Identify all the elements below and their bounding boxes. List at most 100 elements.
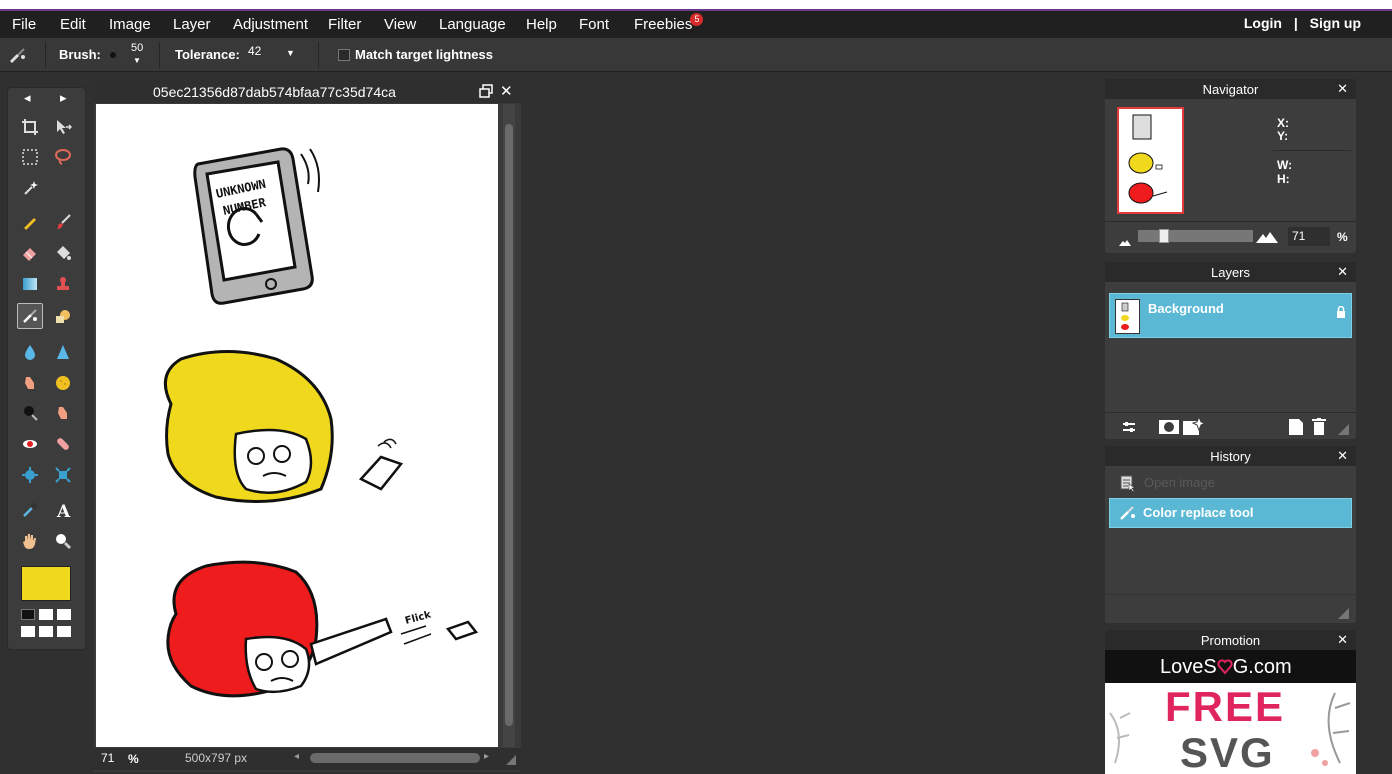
- smudge-tool[interactable]: [17, 370, 43, 396]
- promo-banner[interactable]: FREE SVG: [1105, 683, 1356, 774]
- zoom-slider-track[interactable]: [1138, 229, 1253, 243]
- navigator-zoom-input[interactable]: 71: [1288, 227, 1330, 246]
- foreground-color-swatch[interactable]: [21, 566, 71, 601]
- login-link[interactable]: Login: [1244, 15, 1282, 31]
- tolerance-input[interactable]: 42: [248, 44, 261, 58]
- new-layer-icon[interactable]: [1289, 419, 1303, 440]
- menu-font[interactable]: Font: [579, 16, 609, 33]
- eraser-tool[interactable]: [17, 240, 43, 266]
- promo-brand-bar[interactable]: LoveS G.com: [1105, 650, 1356, 683]
- pinch-tool[interactable]: [50, 462, 76, 488]
- horizontal-scrollbar-thumb[interactable]: [310, 753, 480, 763]
- move-tool[interactable]: [50, 114, 76, 140]
- lock-icon: [1336, 305, 1346, 323]
- zoom-tool[interactable]: [50, 528, 76, 554]
- spot-heal-tool[interactable]: [50, 431, 76, 457]
- resize-grip-icon[interactable]: [1338, 606, 1349, 624]
- layer-styles-icon[interactable]: [1183, 415, 1207, 440]
- cone-icon: [57, 345, 69, 359]
- close-layers-icon[interactable]: ✕: [1337, 264, 1348, 280]
- scroll-left-icon[interactable]: ◂: [294, 751, 299, 762]
- menu-filter[interactable]: Filter: [328, 16, 361, 33]
- sharpen-tool[interactable]: [50, 339, 76, 365]
- navigator-thumbnail[interactable]: [1117, 107, 1184, 214]
- zoom-out-mountain-icon[interactable]: [1119, 233, 1131, 251]
- lasso-tool[interactable]: [50, 144, 76, 170]
- blur-tool[interactable]: [17, 339, 43, 365]
- close-promotion-icon[interactable]: ✕: [1337, 632, 1348, 648]
- burn-tool[interactable]: [17, 400, 43, 426]
- color-swatch[interactable]: [39, 626, 53, 637]
- vertical-scrollbar[interactable]: [503, 104, 515, 747]
- menu-help[interactable]: Help: [526, 16, 557, 33]
- hand-tool[interactable]: [17, 528, 43, 554]
- bloat-tool[interactable]: [17, 462, 43, 488]
- history-item[interactable]: Open image: [1109, 468, 1352, 498]
- drawing-tool[interactable]: [50, 303, 76, 329]
- eye-icon: [23, 440, 37, 448]
- resize-grip-icon[interactable]: [1338, 422, 1349, 440]
- clone-stamp-tool[interactable]: [50, 271, 76, 297]
- promo-brand-text: LoveS G.com: [1160, 656, 1292, 679]
- layers-title: Layers: [1210, 265, 1251, 280]
- brush-preview-icon[interactable]: [110, 52, 116, 58]
- marquee-tool[interactable]: [17, 144, 43, 170]
- gradient-tool[interactable]: [17, 271, 43, 297]
- color-swatch[interactable]: [21, 626, 35, 637]
- color-picker-tool[interactable]: [17, 497, 43, 523]
- close-history-icon[interactable]: ✕: [1337, 448, 1348, 464]
- signup-link[interactable]: Sign up: [1310, 15, 1361, 31]
- fill-tool[interactable]: [50, 240, 76, 266]
- pencil-tool[interactable]: [17, 209, 43, 235]
- vertical-scrollbar-thumb[interactable]: [505, 124, 513, 726]
- menu-image[interactable]: Image: [109, 16, 151, 33]
- toolbox-prev-arrow[interactable]: ◂: [24, 90, 31, 106]
- layer-name[interactable]: Background: [1148, 301, 1224, 316]
- brush-dropdown-icon[interactable]: ▼: [133, 56, 141, 65]
- swap-colors-swatch[interactable]: [57, 609, 71, 620]
- delete-layer-icon[interactable]: [1312, 418, 1326, 440]
- color-replace-tool-icon: [8, 45, 28, 70]
- match-lightness-checkbox[interactable]: [338, 49, 350, 61]
- close-document-icon[interactable]: ✕: [500, 82, 513, 100]
- brush-tool[interactable]: [50, 209, 76, 235]
- resize-grip-icon[interactable]: [505, 754, 517, 766]
- crop-tool[interactable]: [17, 114, 43, 140]
- layer-row-background[interactable]: Background: [1109, 293, 1352, 338]
- color-swatch[interactable]: [57, 626, 71, 637]
- menu-layer[interactable]: Layer: [173, 16, 211, 33]
- zoom-in-mountain-icon[interactable]: [1256, 230, 1278, 248]
- default-colors-black[interactable]: [21, 609, 35, 620]
- dodge-tool[interactable]: [50, 400, 76, 426]
- red-eye-tool[interactable]: [17, 431, 43, 457]
- restore-window-icon[interactable]: [479, 84, 493, 103]
- eraser-icon: [23, 248, 36, 261]
- history-item-selected[interactable]: Color replace tool: [1109, 498, 1352, 528]
- navigator-x-label: X:: [1277, 116, 1289, 130]
- brush-size-value[interactable]: 50: [131, 42, 143, 54]
- menu-view[interactable]: View: [384, 16, 416, 33]
- menu-language[interactable]: Language: [439, 16, 506, 33]
- default-colors-white[interactable]: [39, 609, 53, 620]
- scroll-right-icon[interactable]: ▸: [484, 751, 489, 762]
- paint-bucket-icon: [57, 246, 71, 260]
- layer-settings-icon[interactable]: [1122, 420, 1136, 439]
- dodge-icon: [58, 407, 67, 419]
- image-canvas[interactable]: UNKNOWN NUMBER Flick: [96, 104, 498, 747]
- promo-headline-2: SVG: [1180, 729, 1275, 774]
- menu-edit[interactable]: Edit: [60, 16, 86, 33]
- tolerance-dropdown-icon[interactable]: ▼: [286, 48, 295, 58]
- zoom-slider-handle[interactable]: [1159, 229, 1169, 243]
- horizontal-scrollbar[interactable]: ◂ ▸: [294, 751, 494, 763]
- close-navigator-icon[interactable]: ✕: [1337, 81, 1348, 97]
- menu-file[interactable]: File: [12, 16, 36, 33]
- sponge-tool[interactable]: [50, 370, 76, 396]
- zoom-input[interactable]: 71: [101, 751, 114, 765]
- menu-freebies[interactable]: Freebies 5: [634, 13, 704, 33]
- toolbox-next-arrow[interactable]: ▸: [60, 90, 67, 106]
- magic-wand-tool[interactable]: [17, 175, 43, 201]
- color-replace-tool[interactable]: [17, 303, 43, 329]
- layer-mask-icon[interactable]: [1159, 420, 1179, 439]
- text-tool[interactable]: A: [50, 497, 76, 523]
- menu-adjustment[interactable]: Adjustment: [233, 16, 308, 33]
